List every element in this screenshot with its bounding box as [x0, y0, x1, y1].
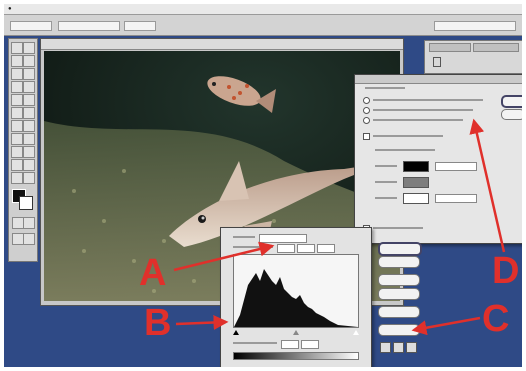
palette-icon[interactable] [433, 57, 441, 67]
hand-tool-icon[interactable] [11, 172, 23, 184]
eraser-tool-icon[interactable] [11, 107, 23, 119]
palette-tab[interactable] [429, 43, 471, 52]
white-eyedropper-icon[interactable] [406, 342, 417, 353]
options-field[interactable] [10, 21, 52, 31]
highlights-swatch[interactable] [403, 193, 429, 204]
move-tool-icon[interactable] [23, 42, 35, 54]
input-levels-label [233, 246, 273, 248]
levels-button-column [376, 240, 422, 366]
option-label [373, 99, 483, 101]
section-label [365, 87, 405, 89]
shape-tool-icon[interactable] [23, 146, 35, 158]
options-bar [4, 15, 522, 36]
cancel-button[interactable] [501, 109, 522, 120]
eyedropper-tool-icon[interactable] [23, 159, 35, 171]
standard-mode-icon[interactable] [23, 217, 35, 229]
menu-bar: ● [4, 4, 522, 15]
slice-tool-icon[interactable] [23, 68, 35, 80]
clip-field[interactable] [435, 194, 477, 203]
black-eyedropper-icon[interactable] [380, 342, 391, 353]
callout-letter-c: C [482, 298, 510, 340]
section-label [375, 149, 435, 151]
radio-option[interactable] [363, 107, 370, 114]
histogram-graph [234, 269, 358, 327]
white-point-slider[interactable] [353, 330, 359, 335]
levels-save-button[interactable] [378, 288, 420, 300]
callout-letter-b: B [144, 302, 172, 344]
option-label [373, 227, 423, 229]
radio-option[interactable] [363, 97, 370, 104]
auto-color-correction-options-dialog [354, 74, 522, 244]
stamp-tool-icon[interactable] [11, 94, 23, 106]
black-point-slider[interactable] [233, 330, 239, 335]
option-label [373, 135, 443, 137]
palette-tab[interactable] [473, 43, 519, 52]
input-level-field[interactable] [317, 244, 335, 253]
blur-tool-icon[interactable] [11, 120, 23, 132]
gray-eyedropper-icon[interactable] [393, 342, 404, 353]
channel-label [233, 236, 255, 238]
notes-tool-icon[interactable] [11, 159, 23, 171]
heal-tool-icon[interactable] [11, 81, 23, 93]
midtones-swatch[interactable] [403, 177, 429, 188]
levels-auto-button[interactable] [378, 306, 420, 318]
history-tool-icon[interactable] [23, 94, 35, 106]
background-color-swatch[interactable] [19, 196, 33, 210]
screen: ● A B C D [4, 4, 522, 367]
levels-options-button[interactable] [378, 324, 420, 336]
apple-menu-icon[interactable]: ● [4, 6, 16, 12]
input-level-field[interactable] [277, 244, 295, 253]
option-label [373, 119, 463, 121]
zoom-tool-icon[interactable] [23, 172, 35, 184]
row-label [375, 197, 397, 199]
output-level-field[interactable] [301, 340, 319, 349]
callout-letter-a: A [139, 252, 167, 294]
options-field[interactable] [434, 21, 516, 31]
radio-option[interactable] [363, 117, 370, 124]
options-field[interactable] [58, 21, 120, 31]
input-level-field[interactable] [297, 244, 315, 253]
callout-letter-d: D [492, 250, 520, 292]
channel-select[interactable] [259, 234, 307, 243]
toolbox [8, 38, 38, 262]
screen-mode-full-icon[interactable] [23, 233, 35, 245]
options-field[interactable] [124, 21, 156, 31]
levels-dialog [220, 227, 372, 367]
lasso-tool-icon[interactable] [11, 55, 23, 67]
palette-panel [424, 40, 522, 74]
dodge-tool-icon[interactable] [23, 120, 35, 132]
gamma-slider[interactable] [293, 330, 299, 335]
arrow-c [411, 316, 481, 336]
dialog-title-bar [355, 75, 522, 84]
wand-tool-icon[interactable] [23, 55, 35, 67]
arrow-b [175, 315, 229, 330]
row-label [375, 165, 397, 167]
levels-load-button[interactable] [378, 274, 420, 286]
document-title-bar [41, 39, 403, 50]
levels-ok-button[interactable] [378, 242, 422, 256]
output-levels-label [233, 342, 277, 344]
option-label [373, 109, 473, 111]
pen-tool-icon[interactable] [11, 146, 23, 158]
output-level-field[interactable] [281, 340, 299, 349]
shadows-swatch[interactable] [403, 161, 429, 172]
checkbox-option[interactable] [363, 133, 370, 140]
histogram [233, 254, 359, 328]
marquee-tool-icon[interactable] [11, 42, 23, 54]
brush-tool-icon[interactable] [23, 81, 35, 93]
type-tool-icon[interactable] [23, 133, 35, 145]
levels-cancel-button[interactable] [378, 256, 420, 268]
row-label [375, 181, 397, 183]
output-gradient-bar [233, 352, 359, 360]
clip-field[interactable] [435, 162, 477, 171]
crop-tool-icon[interactable] [11, 68, 23, 80]
path-tool-icon[interactable] [11, 133, 23, 145]
eyedropper-group [380, 342, 417, 353]
ok-button[interactable] [501, 95, 522, 108]
gradient-tool-icon[interactable] [23, 107, 35, 119]
